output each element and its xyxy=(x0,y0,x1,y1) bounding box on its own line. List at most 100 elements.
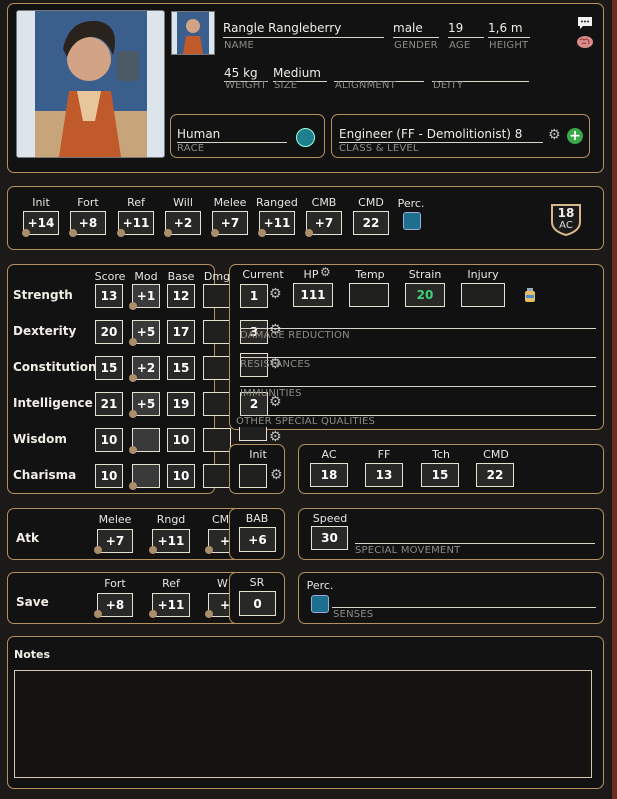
name-label: NAME xyxy=(224,40,255,51)
attack-rngd-value[interactable]: +11 xyxy=(152,529,190,553)
cmb-roll-icon[interactable] xyxy=(305,229,313,237)
intelligence-base[interactable]: 19 xyxy=(167,392,195,416)
fort-roll-icon[interactable] xyxy=(69,229,77,237)
wisdom-extra-gear-icon[interactable]: ⚙ xyxy=(269,430,282,444)
hp-strain-value[interactable]: 20 xyxy=(405,283,445,307)
charisma-base[interactable]: 10 xyxy=(167,464,195,488)
defense-panel: AC 18 FF 13 Tch 15 CMD 22 xyxy=(298,444,604,494)
wisdom-base[interactable]: 10 xyxy=(167,428,195,452)
will-label: Will xyxy=(173,196,193,209)
hp-temp-label: Temp xyxy=(355,268,385,281)
portrait-thumbnail[interactable] xyxy=(171,11,215,55)
def-tch-value[interactable]: 15 xyxy=(421,463,459,487)
constitution-roll-icon[interactable] xyxy=(129,374,137,382)
combat-summary-panel: Init +14 Fort +8 Ref +11 Will +2 Melee +… xyxy=(7,186,604,250)
constitution-score[interactable]: 15 xyxy=(95,356,123,380)
dexterity-score[interactable]: 20 xyxy=(95,320,123,344)
save-ref-value[interactable]: +11 xyxy=(152,593,190,617)
race-value[interactable]: Human xyxy=(177,127,220,141)
hp-max-value[interactable]: 111 xyxy=(293,283,333,307)
strength-roll-icon[interactable] xyxy=(129,302,137,310)
special-movement-label: SPECIAL MOVEMENT xyxy=(355,545,461,556)
charisma-dmg[interactable] xyxy=(203,464,231,488)
ability-name-constitution: Constitution xyxy=(13,360,97,374)
def-ff-value[interactable]: 13 xyxy=(365,463,403,487)
attack-melee-value[interactable]: +7 xyxy=(97,529,133,553)
strength-dmg[interactable] xyxy=(203,284,231,308)
notes-textarea[interactable] xyxy=(14,670,592,778)
hp-injury-value[interactable] xyxy=(461,283,505,307)
wisdom-roll-icon[interactable] xyxy=(129,446,137,454)
senses-underline xyxy=(332,607,596,608)
save-fort-roll-icon[interactable] xyxy=(94,610,102,618)
potion-icon[interactable] xyxy=(522,287,538,303)
dexterity-roll-icon[interactable] xyxy=(129,338,137,346)
speed-label: Speed xyxy=(312,512,348,525)
init-panel-gear-icon[interactable]: ⚙ xyxy=(270,468,283,482)
current-gear-icon[interactable]: ⚙ xyxy=(269,287,282,301)
attack-rngd-roll-icon[interactable] xyxy=(149,546,157,554)
class-gear-icon[interactable]: ⚙ xyxy=(548,128,561,142)
add-class-button[interactable]: + xyxy=(567,128,583,144)
hp-injury-label: Injury xyxy=(467,268,499,281)
gender-value[interactable]: male xyxy=(393,21,423,35)
attack-cmb-roll-icon[interactable] xyxy=(205,546,213,554)
def-ac-value[interactable]: 18 xyxy=(310,463,348,487)
ability-name-dexterity: Dexterity xyxy=(13,324,77,338)
melee-roll-icon[interactable] xyxy=(211,229,219,237)
def-ac-label: AC xyxy=(321,448,337,461)
save-fort-value[interactable]: +8 xyxy=(97,593,133,617)
intelligence-score[interactable]: 21 xyxy=(95,392,123,416)
perception-roll-icon[interactable] xyxy=(403,212,421,230)
size-label: SIZE xyxy=(274,80,298,91)
cmd-value[interactable]: 22 xyxy=(353,211,389,235)
charisma-score[interactable]: 10 xyxy=(95,464,123,488)
ranged-roll-icon[interactable] xyxy=(258,229,266,237)
intelligence-roll-icon[interactable] xyxy=(129,410,137,418)
brain-icon[interactable] xyxy=(576,34,594,48)
constitution-dmg[interactable] xyxy=(203,356,231,380)
constitution-base[interactable]: 15 xyxy=(167,356,195,380)
attack-melee-label: Melee xyxy=(98,513,132,526)
strength-score[interactable]: 13 xyxy=(95,284,123,308)
name-value[interactable]: Rangle Rangleberry xyxy=(223,21,341,35)
attack-panel: Atk Melee +7 Rngd +11 CM + xyxy=(7,508,243,560)
senses-perception-icon[interactable] xyxy=(311,595,329,613)
class-value[interactable]: Engineer (FF - Demolitionist) 8 xyxy=(339,127,522,141)
chat-icon[interactable] xyxy=(577,15,593,29)
hp-gear-icon[interactable]: ⚙ xyxy=(320,265,331,279)
save-ref-roll-icon[interactable] xyxy=(149,610,157,618)
strength-base[interactable]: 12 xyxy=(167,284,195,308)
speed-value[interactable]: 30 xyxy=(311,526,348,550)
height-value[interactable]: 1,6 m xyxy=(488,21,523,35)
dexterity-base[interactable]: 17 xyxy=(167,320,195,344)
save-will-roll-icon[interactable] xyxy=(205,610,213,618)
deity-label: DEITY xyxy=(433,80,464,91)
melee-label: Melee xyxy=(213,196,247,209)
wisdom-dmg[interactable] xyxy=(203,428,231,452)
notes-label: Notes xyxy=(14,648,51,661)
def-cmd-value[interactable]: 22 xyxy=(476,463,514,487)
will-roll-icon[interactable] xyxy=(164,229,172,237)
wisdom-extra-box[interactable] xyxy=(239,427,267,441)
init-label: Init xyxy=(32,196,50,209)
hp-current-value[interactable]: 1 xyxy=(240,284,268,308)
ability-name-intelligence: Intelligence xyxy=(13,396,93,410)
attack-melee-roll-icon[interactable] xyxy=(94,546,102,554)
weight-value[interactable]: 45 kg xyxy=(224,66,258,80)
intelligence-dmg[interactable] xyxy=(203,392,231,416)
init-panel-value[interactable] xyxy=(239,464,267,488)
bab-value[interactable]: +6 xyxy=(239,527,276,552)
special-movement-underline xyxy=(355,543,595,544)
dexterity-dmg[interactable] xyxy=(203,320,231,344)
sr-value[interactable]: 0 xyxy=(239,591,276,616)
charisma-roll-icon[interactable] xyxy=(129,482,137,490)
init-roll-icon[interactable] xyxy=(22,229,30,237)
wisdom-score[interactable]: 10 xyxy=(95,428,123,452)
size-value[interactable]: Medium xyxy=(273,66,321,80)
portrait-large[interactable] xyxy=(16,10,165,158)
hp-temp-value[interactable] xyxy=(349,283,389,307)
race-link-icon[interactable] xyxy=(296,128,315,147)
ref-roll-icon[interactable] xyxy=(117,229,125,237)
age-value[interactable]: 19 xyxy=(448,21,463,35)
